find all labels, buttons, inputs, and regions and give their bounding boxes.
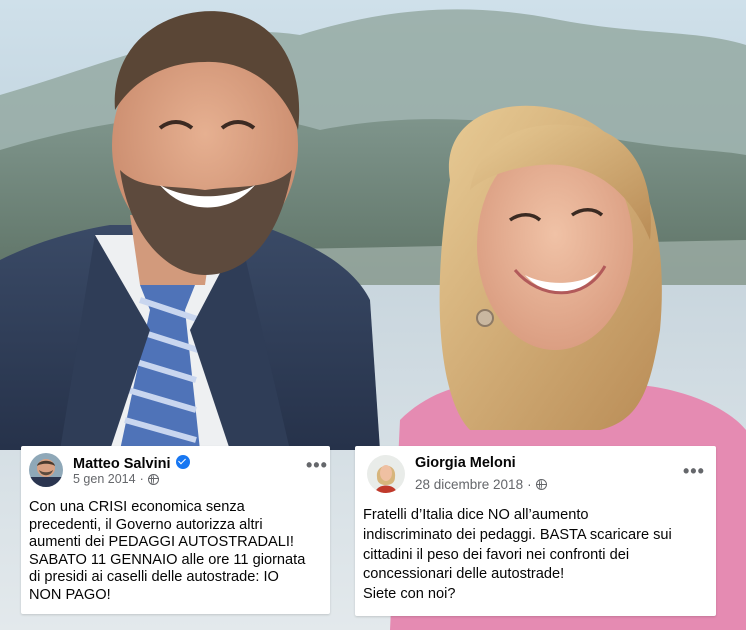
post-text-line: Con una CRISI economica senza	[29, 499, 245, 515]
salvini-author-label[interactable]: Matteo Salvini	[73, 456, 171, 472]
salvini-avatar-image	[29, 453, 63, 487]
more-options-icon[interactable]: •••	[306, 456, 328, 474]
salvini-post-date[interactable]: 5 gen 2014	[73, 472, 136, 486]
post-text-line: Fratelli d’Italia dice NO all’aumento	[363, 507, 589, 523]
salvini-avatar[interactable]	[29, 453, 63, 487]
meloni-post-meta: 28 dicembre 2018 ·	[415, 477, 547, 492]
post-text-line: concessionari delle autostrade!	[363, 566, 565, 583]
post-text-line: di presidi ai caselli delle autostrade: …	[29, 569, 279, 586]
post-text-line: cittadini il peso dei favori nei confron…	[363, 546, 630, 563]
salvini-author-name[interactable]: Matteo Salvini	[73, 455, 190, 472]
meta-separator: ·	[527, 477, 532, 492]
post-text-line: NON PAGO!	[29, 586, 111, 603]
meloni-post-date[interactable]: 28 dicembre 2018	[415, 477, 523, 492]
post-text-line: Siete con noi?	[363, 586, 456, 603]
meloni-post-card[interactable]: Giorgia Meloni 28 dicembre 2018 · ••• Fr…	[355, 446, 716, 616]
salvini-post-card[interactable]: Matteo Salvini 5 gen 2014 · ••• Con una …	[21, 446, 330, 614]
more-options-icon[interactable]: •••	[683, 462, 705, 480]
salvini-post-text: Con una CRISI economica senza precedenti…	[29, 499, 305, 605]
post-text-line: precedenti, il Governo autorizza altri	[29, 516, 263, 533]
meloni-post-text: Fratelli d’Italia dice NO all’aumento in…	[363, 506, 672, 605]
post-text-line: aumenti dei PEDAGGI AUTOSTRADALI!	[29, 534, 294, 551]
meloni-avatar-image	[367, 455, 405, 493]
post-text-line: SABATO 11 GENNAIO alle ore 11 giornata	[29, 551, 306, 568]
globe-icon	[147, 473, 159, 485]
globe-icon	[535, 479, 547, 490]
meloni-avatar[interactable]	[367, 455, 405, 493]
meloni-author-name[interactable]: Giorgia Meloni	[415, 455, 516, 471]
verified-badge-icon	[175, 455, 190, 469]
salvini-post-meta: 5 gen 2014 ·	[73, 472, 159, 486]
post-text-line: indiscriminato dei pedaggi. BASTA scaric…	[363, 526, 672, 543]
meta-separator: ·	[139, 472, 144, 486]
